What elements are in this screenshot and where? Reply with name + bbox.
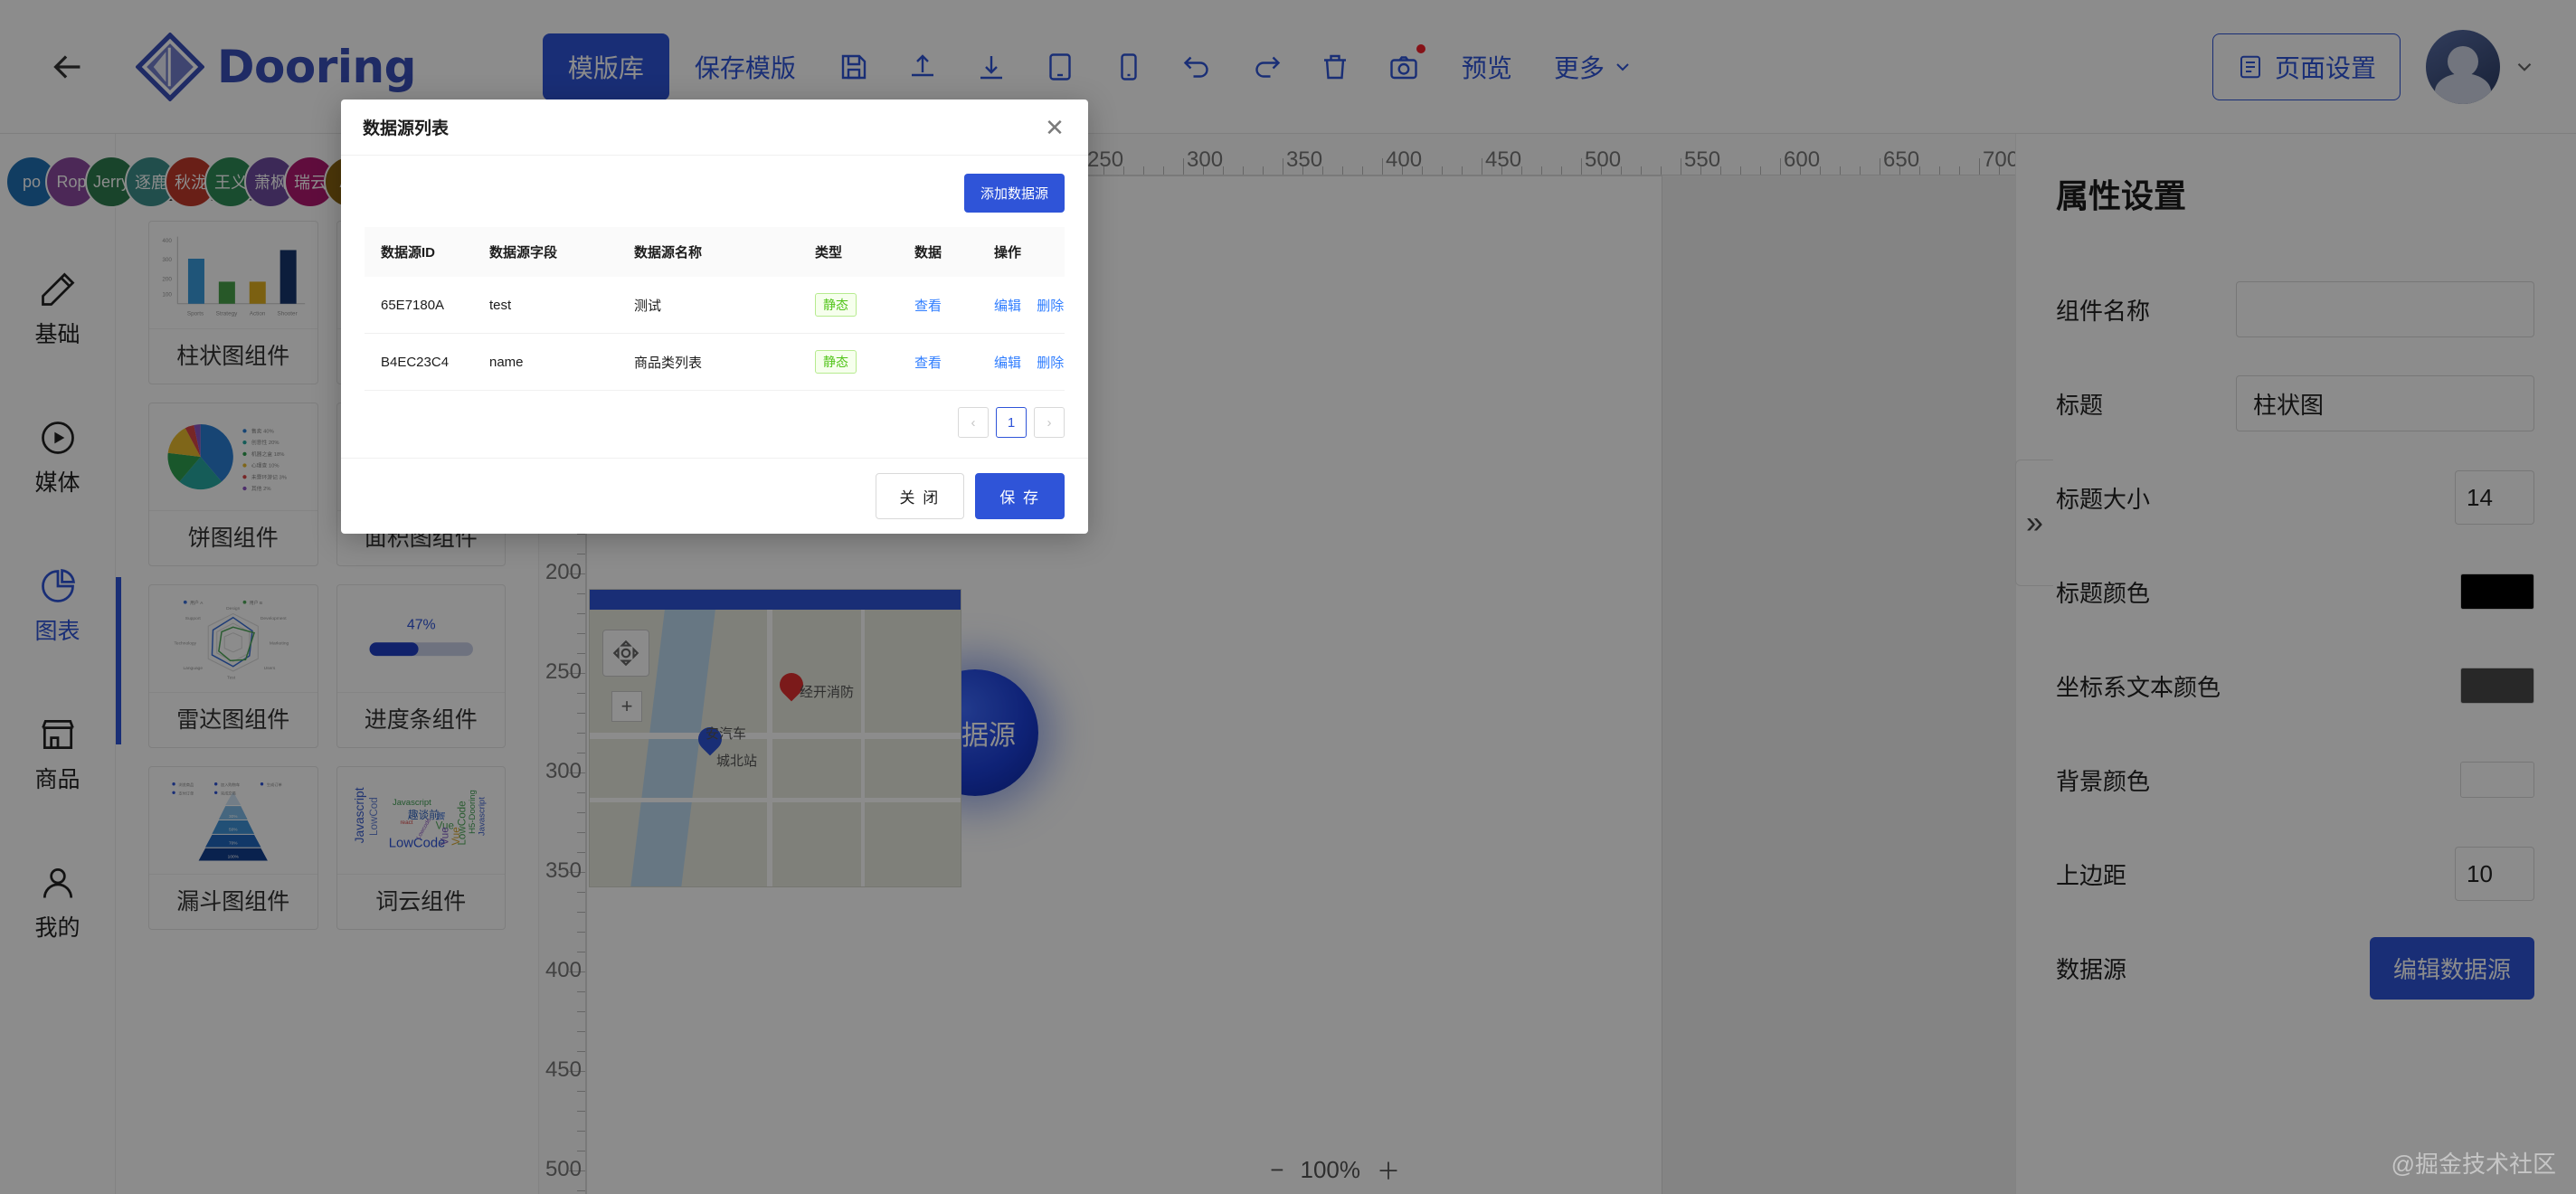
cell-data: 查看 <box>898 333 978 391</box>
pagination-next[interactable]: › <box>1034 407 1065 438</box>
table-header-row: 数据源ID 数据源字段 数据源名称 类型 数据 操作 <box>365 227 1065 277</box>
col-header-name: 数据源名称 <box>618 227 799 277</box>
edit-link[interactable]: 编辑 <box>994 355 1021 371</box>
cell-type: 静态 <box>799 333 898 391</box>
cell-type: 静态 <box>799 277 898 334</box>
modal-header: 数据源列表 ✕ <box>341 100 1088 156</box>
col-header-type: 类型 <box>799 227 898 277</box>
modal-close-button[interactable]: 关 闭 <box>875 473 965 519</box>
watermark: @掘金技术社区 <box>2391 1151 2556 1178</box>
cell-id: 65E7180A <box>365 277 473 334</box>
cell-name: 商品类列表 <box>618 333 799 391</box>
cell-name: 测试 <box>618 277 799 334</box>
col-header-id: 数据源ID <box>365 227 473 277</box>
datasource-modal: 数据源列表 ✕ 添加数据源 数据源ID 数据源字段 数据源名称 类型 数据 操作 <box>341 100 1088 534</box>
cell-action: 编辑 删除 <box>978 333 1065 391</box>
view-link[interactable]: 查看 <box>914 298 942 314</box>
cell-field: name <box>473 333 618 391</box>
cell-action: 编辑 删除 <box>978 277 1065 334</box>
col-header-action: 操作 <box>978 227 1065 277</box>
table-row: 65E7180A test 测试 静态 查看 编辑 删除 <box>365 277 1065 334</box>
modal-title: 数据源列表 <box>363 119 450 138</box>
close-icon[interactable]: ✕ <box>1041 114 1068 141</box>
pagination: ‹ 1 › <box>365 407 1065 438</box>
table-body: 65E7180A test 测试 静态 查看 编辑 删除 B4EC23C4 na… <box>365 277 1065 391</box>
table-head: 数据源ID 数据源字段 数据源名称 类型 数据 操作 <box>365 227 1065 277</box>
view-link[interactable]: 查看 <box>914 355 942 371</box>
col-header-field: 数据源字段 <box>473 227 618 277</box>
table-row: B4EC23C4 name 商品类列表 静态 查看 编辑 删除 <box>365 333 1065 391</box>
col-header-data: 数据 <box>898 227 978 277</box>
modal-footer: 关 闭 保 存 <box>341 458 1088 534</box>
status-badge: 静态 <box>815 293 857 317</box>
status-badge: 静态 <box>815 350 857 374</box>
delete-link[interactable]: 删除 <box>1037 298 1064 314</box>
add-datasource-row: 添加数据源 <box>365 174 1065 213</box>
modal-save-button[interactable]: 保 存 <box>975 473 1065 519</box>
cell-data: 查看 <box>898 277 978 334</box>
cell-field: test <box>473 277 618 334</box>
delete-link[interactable]: 删除 <box>1037 355 1064 371</box>
add-datasource-button[interactable]: 添加数据源 <box>963 174 1065 213</box>
pagination-page-1[interactable]: 1 <box>996 407 1027 438</box>
pagination-prev[interactable]: ‹ <box>958 407 989 438</box>
modal-body: 添加数据源 数据源ID 数据源字段 数据源名称 类型 数据 操作 65E7180… <box>341 156 1088 458</box>
datasource-table: 数据源ID 数据源字段 数据源名称 类型 数据 操作 65E7180A test… <box>365 227 1065 391</box>
cell-id: B4EC23C4 <box>365 333 473 391</box>
edit-link[interactable]: 编辑 <box>994 298 1021 314</box>
